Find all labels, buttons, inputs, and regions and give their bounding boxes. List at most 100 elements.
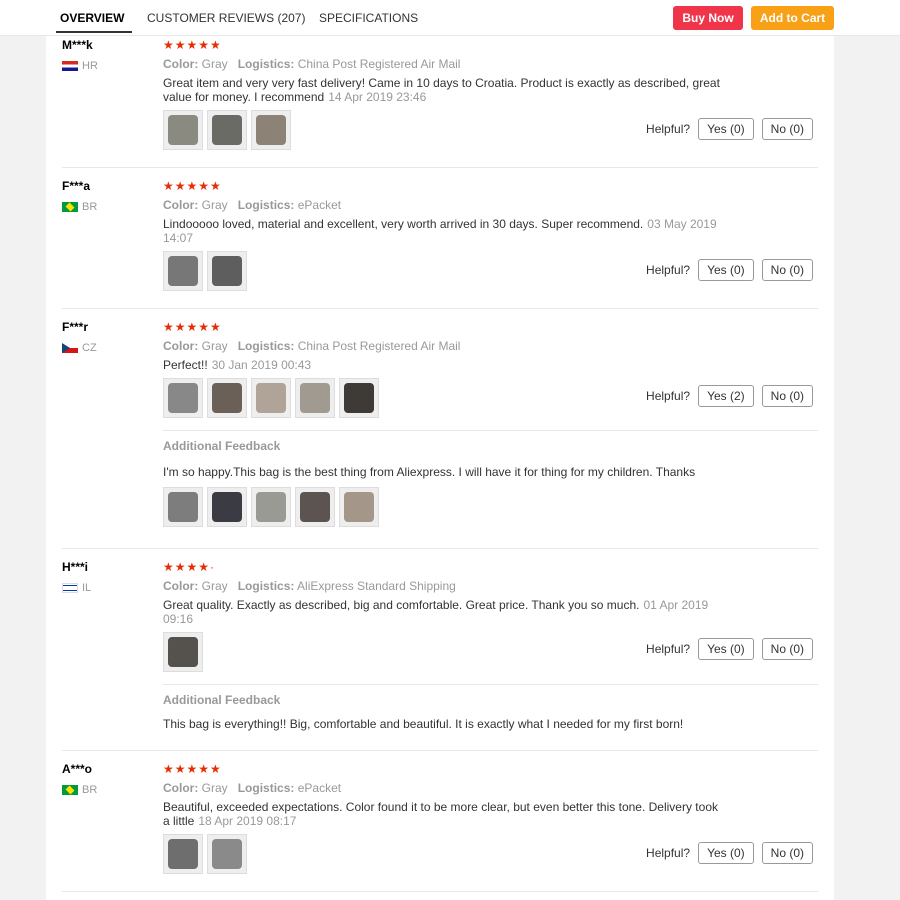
helpful-no-button[interactable]: No (0) (761, 385, 813, 407)
review-photo-thumbnail[interactable] (339, 487, 379, 527)
review-meta: Color: Gray Logistics: ePacket (163, 780, 818, 796)
review-photo-thumbnail[interactable] (163, 251, 203, 291)
review-photo-thumbnail[interactable] (207, 834, 247, 874)
helpful-no-button[interactable]: No (0) (761, 842, 813, 864)
review-meta: Color: Gray Logistics: China Post Regist… (163, 56, 818, 72)
logistics-value: AliExpress Standard Shipping (297, 579, 456, 593)
helpful-votes: Helpful? Yes (0) No (0) (646, 842, 813, 864)
review-item: F***a BR ★★★★★ Color: Gray Logistics: eP… (62, 179, 818, 309)
review-photo-thumbnail[interactable] (207, 487, 247, 527)
logistics-label: Logistics: (237, 579, 295, 593)
review-photo-thumbnail[interactable] (207, 110, 247, 150)
star-rating: ★★★★★ (163, 762, 222, 776)
review-photo-thumbnail[interactable] (339, 378, 379, 418)
review-photo-thumbnail[interactable] (251, 378, 291, 418)
country-code: BR (82, 784, 98, 796)
color-value: Gray (201, 198, 228, 212)
brazil-flag-icon (62, 785, 78, 795)
star-rating: ★★★★★ (163, 38, 222, 52)
review-photo-thumbnail[interactable] (251, 487, 291, 527)
helpful-no-button[interactable]: No (0) (761, 259, 813, 281)
reviewer-country: BR (62, 784, 97, 796)
color-value: Gray (201, 339, 228, 353)
review-body: ★★★★★ Color: Gray Logistics: China Post … (163, 320, 818, 527)
logistics-value: ePacket (297, 198, 342, 212)
logistics-label: Logistics: (237, 198, 295, 212)
helpful-yes-button[interactable]: Yes (0) (698, 259, 754, 281)
divider (163, 430, 818, 431)
review-photo-thumbnail[interactable] (207, 251, 247, 291)
additional-feedback-photos (163, 487, 818, 527)
helpful-label: Helpful? (646, 122, 691, 136)
country-code: HR (82, 60, 98, 72)
country-code: BR (82, 201, 98, 213)
logistics-label: Logistics: (237, 781, 295, 795)
review-photo-thumbnail[interactable] (163, 834, 203, 874)
tab-specifications[interactable]: SPECIFICATIONS (319, 11, 418, 25)
additional-feedback-title: Additional Feedback (163, 693, 281, 707)
review-photo-thumbnail[interactable] (207, 378, 247, 418)
additional-feedback-text: I'm so happy.This bag is the best thing … (163, 465, 696, 479)
reviewer-name: H***i (62, 560, 89, 574)
helpful-votes: Helpful? Yes (2) No (0) (646, 385, 813, 407)
reviewer-country: IL (62, 582, 91, 594)
add-to-cart-button[interactable]: Add to Cart (751, 6, 834, 30)
reviewer-country: CZ (62, 342, 97, 354)
review-text: Lindooooo loved, material and excellent,… (163, 217, 723, 245)
helpful-votes: Helpful? Yes (0) No (0) (646, 259, 813, 281)
review-item: A***o BR ★★★★★ Color: Gray Logistics: eP… (62, 762, 818, 892)
top-navigation-bar: OVERVIEW CUSTOMER REVIEWS (207) SPECIFIC… (0, 0, 900, 36)
helpful-no-button[interactable]: No (0) (761, 638, 813, 660)
review-meta: Color: Gray Logistics: ePacket (163, 197, 818, 213)
active-tab-underline (56, 31, 132, 33)
review-photo-thumbnail[interactable] (251, 110, 291, 150)
helpful-votes: Helpful? Yes (0) No (0) (646, 638, 813, 660)
color-value: Gray (201, 579, 228, 593)
helpful-yes-button[interactable]: Yes (2) (698, 385, 754, 407)
helpful-yes-button[interactable]: Yes (0) (698, 118, 754, 140)
helpful-yes-button[interactable]: Yes (0) (698, 842, 754, 864)
color-label: Color: (163, 579, 199, 593)
review-photo-thumbnail[interactable] (163, 378, 203, 418)
reviewer-name: F***r (62, 320, 89, 334)
helpful-no-button[interactable]: No (0) (761, 118, 813, 140)
review-photo-thumbnail[interactable] (163, 487, 203, 527)
review-text: Beautiful, exceeded expectations. Color … (163, 800, 723, 828)
review-photo-thumbnail[interactable] (295, 378, 335, 418)
star-rating: ★★★★★ (163, 320, 222, 334)
helpful-label: Helpful? (646, 846, 691, 860)
review-text: Perfect!! 30 Jan 2019 00:43 (163, 358, 723, 372)
helpful-votes: Helpful? Yes (0) No (0) (646, 118, 813, 140)
logistics-value: China Post Registered Air Mail (297, 339, 461, 353)
review-text: Great quality. Exactly as described, big… (163, 598, 723, 626)
reviewer-country: HR (62, 60, 98, 72)
country-code: IL (82, 582, 92, 594)
star-rating: ★★★★· (163, 560, 216, 574)
additional-feedback-text: This bag is everything!! Big, comfortabl… (163, 717, 684, 731)
tab-customer-reviews[interactable]: CUSTOMER REVIEWS (207) (147, 11, 305, 25)
review-date: 14 Apr 2019 23:46 (328, 90, 427, 104)
review-photo-thumbnail[interactable] (163, 110, 203, 150)
review-text: Great item and very very fast delivery! … (163, 76, 723, 104)
review-item: F***r CZ ★★★★★ Color: Gray Logistics: Ch… (62, 320, 818, 549)
czech-flag-icon (62, 343, 78, 353)
logistics-label: Logistics: (237, 57, 295, 71)
review-meta: Color: Gray Logistics: China Post Regist… (163, 338, 818, 354)
review-text-content: Perfect!! (163, 358, 208, 372)
review-photo-thumbnail[interactable] (295, 487, 335, 527)
israel-flag-icon (62, 583, 78, 593)
additional-feedback-title: Additional Feedback (163, 439, 281, 453)
review-meta: Color: Gray Logistics: AliExpress Standa… (163, 578, 818, 594)
buy-now-button[interactable]: Buy Now (673, 6, 743, 30)
review-item: M***k HR ★★★★★ Color: Gray Logistics: Ch… (62, 38, 818, 168)
review-text-content: Great item and very very fast delivery! … (163, 76, 720, 104)
croatia-flag-icon (62, 61, 78, 71)
logistics-value: China Post Registered Air Mail (297, 57, 461, 71)
review-photo-thumbnail[interactable] (163, 632, 203, 672)
tab-overview[interactable]: OVERVIEW (60, 11, 124, 25)
helpful-yes-button[interactable]: Yes (0) (698, 638, 754, 660)
reviewer-country: BR (62, 201, 97, 213)
helpful-label: Helpful? (646, 263, 691, 277)
review-item: H***i IL ★★★★· Color: Gray Logistics: Al… (62, 560, 818, 751)
helpful-label: Helpful? (646, 642, 691, 656)
